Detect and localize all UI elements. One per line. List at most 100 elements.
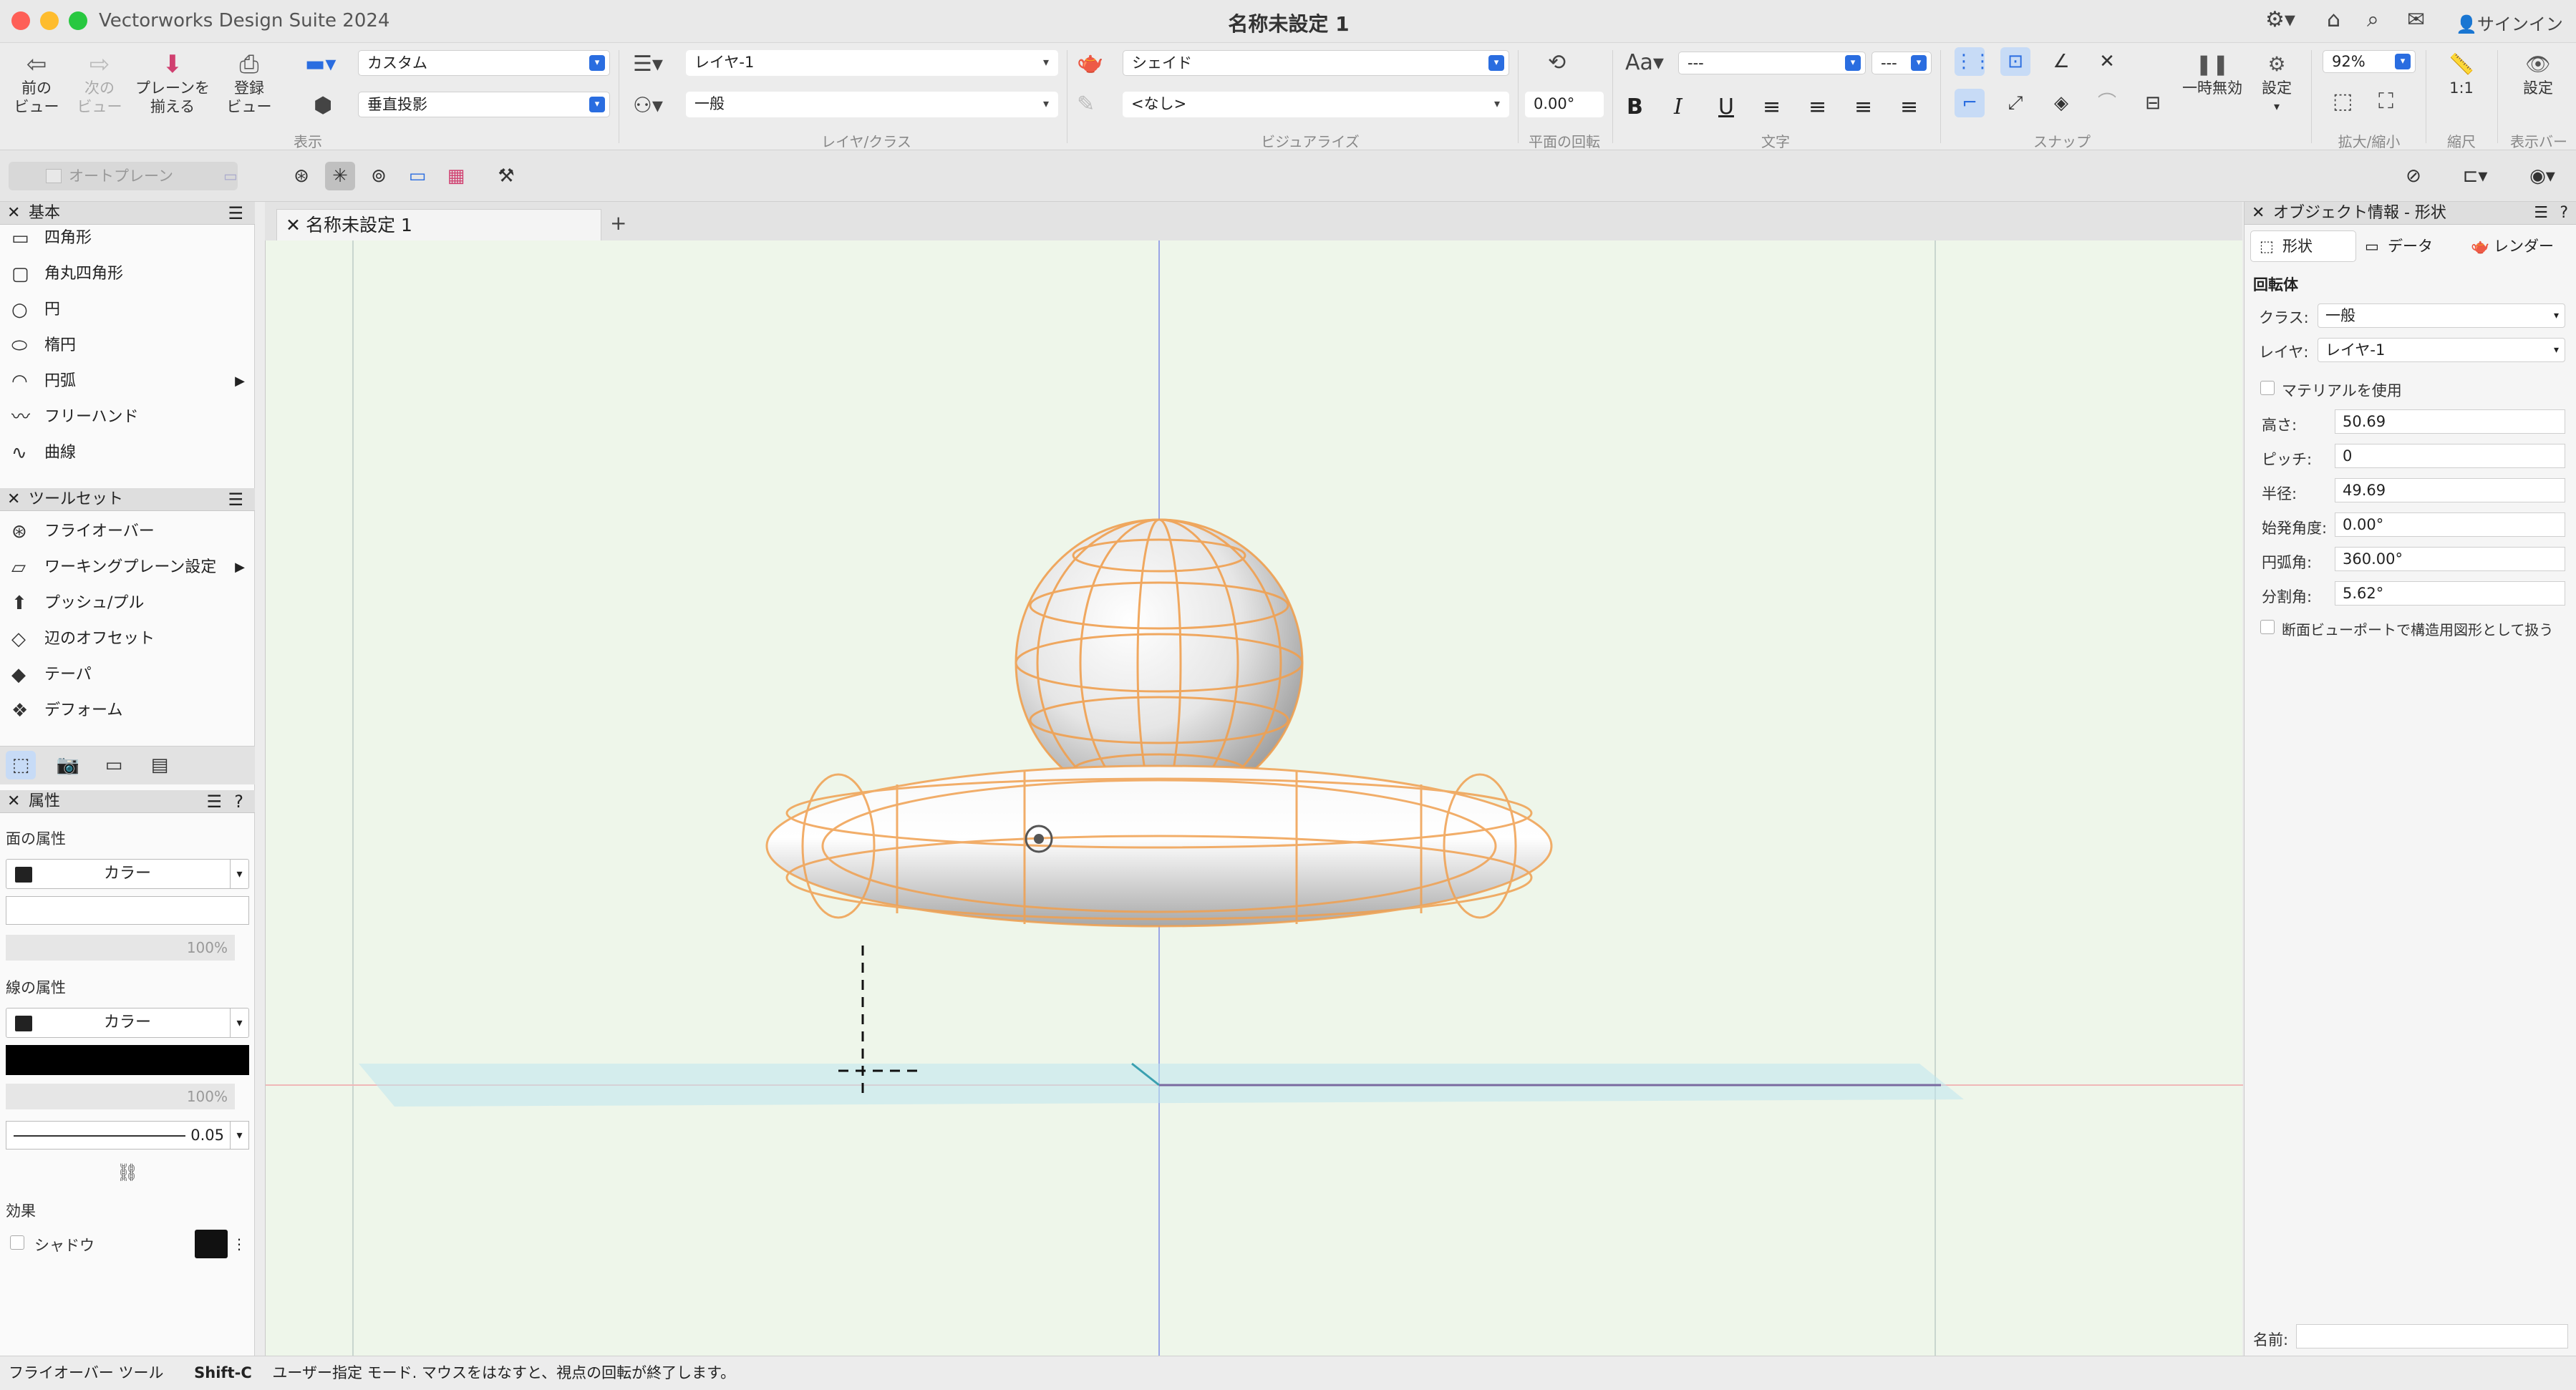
- home-icon[interactable]: ⌂: [2327, 7, 2340, 32]
- tool-preferences-icon[interactable]: ⚒: [491, 162, 521, 190]
- name-field[interactable]: [2296, 1324, 2568, 1348]
- line-weight-dropdown[interactable]: 0.05 ▾: [6, 1121, 249, 1150]
- menu-icon[interactable]: ☰: [206, 790, 222, 813]
- torus-object[interactable]: [765, 764, 1553, 928]
- snap-object-icon[interactable]: ⊡: [2000, 47, 2030, 76]
- document-tab[interactable]: ✕ 名称未設定 1: [276, 209, 601, 240]
- pen-opacity[interactable]: 100%: [6, 1084, 235, 1109]
- 3d-modeling-icon[interactable]: ⬚: [6, 751, 36, 779]
- height-field[interactable]: 50.69: [2335, 409, 2565, 434]
- next-view-button[interactable]: ⇨ 次の ビュー: [69, 50, 130, 116]
- gear-icon[interactable]: ⚙▾: [2265, 7, 2295, 32]
- segment-angle-field[interactable]: 5.62°: [2335, 581, 2565, 606]
- tab-render[interactable]: 🫖 レンダー: [2462, 230, 2570, 262]
- snap-surface-icon[interactable]: ⊟: [2138, 89, 2168, 117]
- signin-button[interactable]: 👤サインイン: [2456, 10, 2563, 35]
- close-icon[interactable]: ✕: [7, 488, 20, 511]
- snap-intersection-icon[interactable]: ✕: [2092, 47, 2122, 76]
- teapot-icon[interactable]: 🫖: [1077, 50, 1103, 75]
- snap-angle-icon[interactable]: ∠: [2046, 47, 2076, 76]
- arc-angle-field[interactable]: 360.00°: [2335, 547, 2565, 571]
- basic-tool-item[interactable]: ∿ 曲線: [0, 435, 255, 471]
- pen-type-dropdown[interactable]: カラー ▾: [6, 1008, 249, 1038]
- lighting-dropdown[interactable]: <なし> ▾: [1123, 92, 1509, 117]
- pause-button[interactable]: ❚❚ 一時無効: [2176, 50, 2248, 97]
- view-type-icon[interactable]: ▬▾: [305, 52, 336, 77]
- use-material-checkbox[interactable]: [2260, 381, 2275, 395]
- justify-icon[interactable]: ≡: [1900, 94, 1918, 120]
- bold-button[interactable]: B: [1627, 94, 1643, 120]
- visualization-icon[interactable]: 📷: [53, 751, 83, 779]
- render-mode-dropdown[interactable]: シェイド ▾: [1123, 50, 1509, 76]
- plane-rotation-icon[interactable]: ⟲: [1548, 50, 1566, 75]
- align-center-icon[interactable]: ≡: [1808, 94, 1826, 120]
- zoom-window-button[interactable]: [69, 11, 87, 30]
- toolset-tool-item[interactable]: ▱ ワーキングプレーン設定 ▶: [0, 550, 255, 585]
- grid-mode-icon[interactable]: ▦: [441, 162, 471, 190]
- menu-icon[interactable]: ☰: [228, 488, 243, 511]
- close-window-button[interactable]: [11, 11, 30, 30]
- submenu-arrow-icon[interactable]: ▶: [235, 550, 245, 585]
- start-angle-field[interactable]: 0.00°: [2335, 512, 2565, 537]
- line-style-link-icon[interactable]: ⛓: [6, 1160, 249, 1185]
- basic-tool-item[interactable]: 〰フリーハンド: [0, 399, 255, 435]
- axes-mode-icon[interactable]: ✳: [325, 162, 355, 190]
- basic-tool-item[interactable]: ▢ 角丸四角形: [0, 256, 255, 292]
- building-shell-icon[interactable]: ▤: [145, 751, 175, 779]
- fit-to-page-icon[interactable]: ⛶: [2378, 89, 2393, 114]
- toolset-tool-item[interactable]: ◇ 辺のオフセット: [0, 621, 255, 657]
- font-dropdown[interactable]: --- ▾: [1678, 52, 1866, 74]
- pen-color-swatch[interactable]: [6, 1045, 249, 1075]
- basic-tool-item[interactable]: ▭ 四角形: [0, 220, 255, 256]
- layer-icon[interactable]: ☰▾: [633, 52, 663, 77]
- toolset-tool-item[interactable]: ❖ デフォーム: [0, 693, 255, 729]
- flyover-mode-icon[interactable]: ⊛: [286, 162, 316, 190]
- snap-grid-icon[interactable]: ⋮⋮: [1955, 47, 1992, 76]
- toolset-tool-item[interactable]: ◆ テーパ: [0, 657, 255, 693]
- scale-button[interactable]: 📏 1:1: [2434, 50, 2489, 97]
- lighting-icon[interactable]: ✎: [1077, 92, 1095, 117]
- snap-edge-icon[interactable]: ⌐: [1955, 89, 1985, 117]
- search-icon[interactable]: ⌕: [2367, 7, 2379, 32]
- hide-icon[interactable]: ⊘: [2398, 162, 2429, 190]
- align-plane-button[interactable]: ⬇ プレーンを 揃える: [133, 50, 212, 116]
- basic-tool-item[interactable]: ○ 円: [0, 292, 255, 328]
- mail-icon[interactable]: ✉: [2407, 7, 2425, 32]
- shadow-color-swatch[interactable]: [195, 1230, 228, 1258]
- font-icon[interactable]: Aa▾: [1625, 50, 1664, 75]
- add-tab-button[interactable]: +: [610, 209, 626, 238]
- minimize-window-button[interactable]: [40, 11, 59, 30]
- close-icon[interactable]: ✕: [7, 790, 20, 813]
- display-settings-button[interactable]: 👁 設定: [2506, 50, 2570, 97]
- snap-tangent-icon[interactable]: ◈: [2046, 89, 2076, 117]
- zoom-dropdown[interactable]: 92% ▾: [2323, 50, 2416, 73]
- view-dropdown[interactable]: カスタム ▾: [358, 50, 610, 76]
- toolset-tool-item[interactable]: ⬆ プッシュ/プル: [0, 585, 255, 621]
- fill-type-dropdown[interactable]: カラー ▾: [6, 859, 249, 889]
- layer-dropdown[interactable]: レイヤ-1 ▾: [2318, 338, 2565, 362]
- prev-view-button[interactable]: ⇦ 前の ビュー: [6, 50, 67, 116]
- fill-opacity[interactable]: 100%: [6, 935, 235, 961]
- more-icon[interactable]: ⋮: [232, 1230, 246, 1258]
- dimension-icon[interactable]: ▭: [99, 751, 129, 779]
- close-icon[interactable]: ✕: [286, 210, 301, 241]
- projection-dropdown[interactable]: 垂直投影 ▾: [358, 92, 610, 117]
- fill-color-swatch[interactable]: [6, 896, 249, 925]
- snap-settings-button[interactable]: ⚙ 設定 ▾: [2248, 50, 2305, 116]
- class-dropdown[interactable]: 一般 ▾: [686, 92, 1058, 117]
- tab-shape[interactable]: ⬚ 形状: [2250, 230, 2356, 262]
- render-options-icon[interactable]: ◉▾: [2517, 162, 2567, 190]
- basic-tool-item[interactable]: ⬭ 楕円: [0, 328, 255, 364]
- layer-dropdown[interactable]: レイヤ-1 ▾: [686, 50, 1058, 76]
- help-icon[interactable]: ?: [234, 790, 243, 813]
- align-right-icon[interactable]: ≡: [1854, 94, 1872, 120]
- close-icon[interactable]: ✕: [2252, 202, 2265, 225]
- basic-tool-item[interactable]: ◠ 円弧 ▶: [0, 364, 255, 399]
- tab-data[interactable]: ▭ データ: [2356, 230, 2462, 262]
- help-icon[interactable]: ?: [2560, 202, 2568, 225]
- target-mode-icon[interactable]: ⊚: [364, 162, 394, 190]
- register-view-button[interactable]: ⎙ 登録 ビュー: [215, 50, 284, 116]
- menu-icon[interactable]: ☰: [2534, 202, 2548, 225]
- snap-smart-icon[interactable]: ⌒: [2092, 89, 2122, 117]
- fit-to-objects-icon[interactable]: ⬚: [2333, 89, 2353, 114]
